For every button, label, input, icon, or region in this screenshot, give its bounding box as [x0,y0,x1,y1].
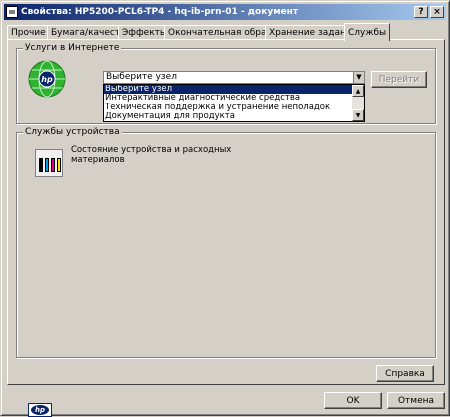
hp-logo: hp [28,403,52,417]
scroll-up-icon[interactable]: ▲ [352,85,364,97]
go-button[interactable]: Перейти [371,71,427,88]
supplies-status-icon[interactable] [35,149,63,177]
device-services-label: Службы устройства [23,127,122,137]
close-button[interactable]: × [430,6,444,18]
chevron-down-icon[interactable]: ▼ [353,72,364,83]
printer-properties-window: Свойства: HP5200-PCL6-TP4 - hq-ib-prn-01… [0,0,450,417]
device-status-link[interactable]: Состояние устройства и расходных материа… [71,145,251,165]
dropdown-option[interactable]: Интерактивные диагностические средства [104,94,352,103]
ok-button[interactable]: OK [324,392,382,409]
dropdown-option[interactable]: Выберите узел [104,85,352,94]
printer-icon [6,6,18,18]
hp-globe-icon: hp [28,60,66,98]
internet-services-label: Услуги в Интернете [23,43,122,53]
svg-text:hp: hp [41,75,53,84]
tab-services[interactable]: Службы [344,23,391,41]
site-dropdown-list[interactable]: Выберите узел Интерактивные диагностичес… [103,84,365,122]
site-select-value: Выберите узел [106,72,177,82]
help-button[interactable]: Справка [376,365,434,382]
internet-services-group: Услуги в Интернете hp Выберите узел ▼ Вы… [16,43,436,124]
scroll-down-icon[interactable]: ▼ [352,109,364,121]
device-services-group: Службы устройства Состояние устройства и… [16,127,436,358]
window-title: Свойства: HP5200-PCL6-TP4 - hq-ib-prn-01… [21,7,299,17]
help-title-button[interactable]: ? [414,6,428,18]
dropdown-option[interactable]: Документация для продукта [104,112,352,121]
title-bar[interactable]: Свойства: HP5200-PCL6-TP4 - hq-ib-prn-01… [4,4,446,20]
dropdown-option[interactable]: Техническая поддержка и устранение непол… [104,103,352,112]
services-panel: Услуги в Интернете hp Выберите узел ▼ Вы… [7,39,445,417]
cancel-button[interactable]: Отмена [387,392,445,409]
tab-other[interactable]: Прочие [7,25,50,40]
dropdown-scrollbar[interactable]: ▲ ▼ [352,85,364,121]
site-select[interactable]: Выберите узел ▼ [103,71,365,84]
